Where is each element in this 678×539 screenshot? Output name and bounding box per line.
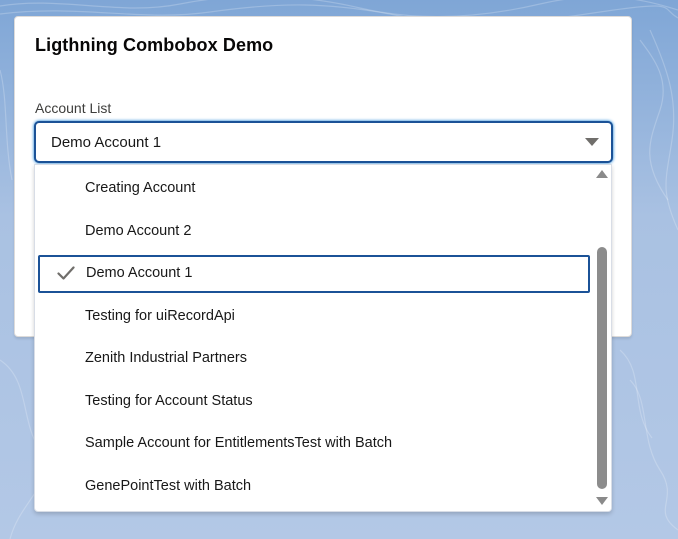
option-label: Zenith Industrial Partners [85,350,247,366]
check-icon [57,266,75,280]
chevron-down-icon[interactable] [585,138,599,146]
listbox-option-sample-account-entitlements[interactable]: Sample Account for EntitlementsTest with… [35,425,591,463]
listbox-option-testing-account-status[interactable]: Testing for Account Status [35,383,591,421]
account-listbox[interactable]: Creating Account Demo Account 2 Demo Acc… [34,164,612,512]
listbox-option-demo-account-1[interactable]: Demo Account 1 [38,255,590,293]
option-label: Testing for uiRecordApi [85,308,235,324]
listbox-option-demo-account-2[interactable]: Demo Account 2 [35,213,591,251]
option-label: Creating Account [85,180,196,196]
card-title: Ligthning Combobox Demo [35,35,274,55]
scroll-down-arrow-icon[interactable] [596,497,608,505]
listbox-option-testing-uirecordapi[interactable]: Testing for uiRecordApi [35,298,591,336]
listbox-option-zenith-industrial-partners[interactable]: Zenith Industrial Partners [35,340,591,378]
listbox-scrollbar[interactable] [593,165,611,511]
listbox-option-creating-account[interactable]: Creating Account [35,170,591,208]
listbox-option-genepointtest-batch[interactable]: GenePointTest with Batch [35,468,591,506]
option-label: Demo Account 1 [86,265,193,281]
account-list-combobox[interactable]: Demo Account 1 [34,121,613,163]
scroll-up-arrow-icon[interactable] [596,170,608,178]
account-list-label: Account List [35,100,112,116]
option-label: GenePointTest with Batch [85,478,252,494]
option-label: Sample Account for EntitlementsTest with… [85,435,393,451]
option-label: Demo Account 2 [85,223,192,239]
combobox-selected-value: Demo Account 1 [51,134,162,151]
scrollbar-thumb[interactable] [597,247,607,489]
option-label: Testing for Account Status [85,393,253,409]
